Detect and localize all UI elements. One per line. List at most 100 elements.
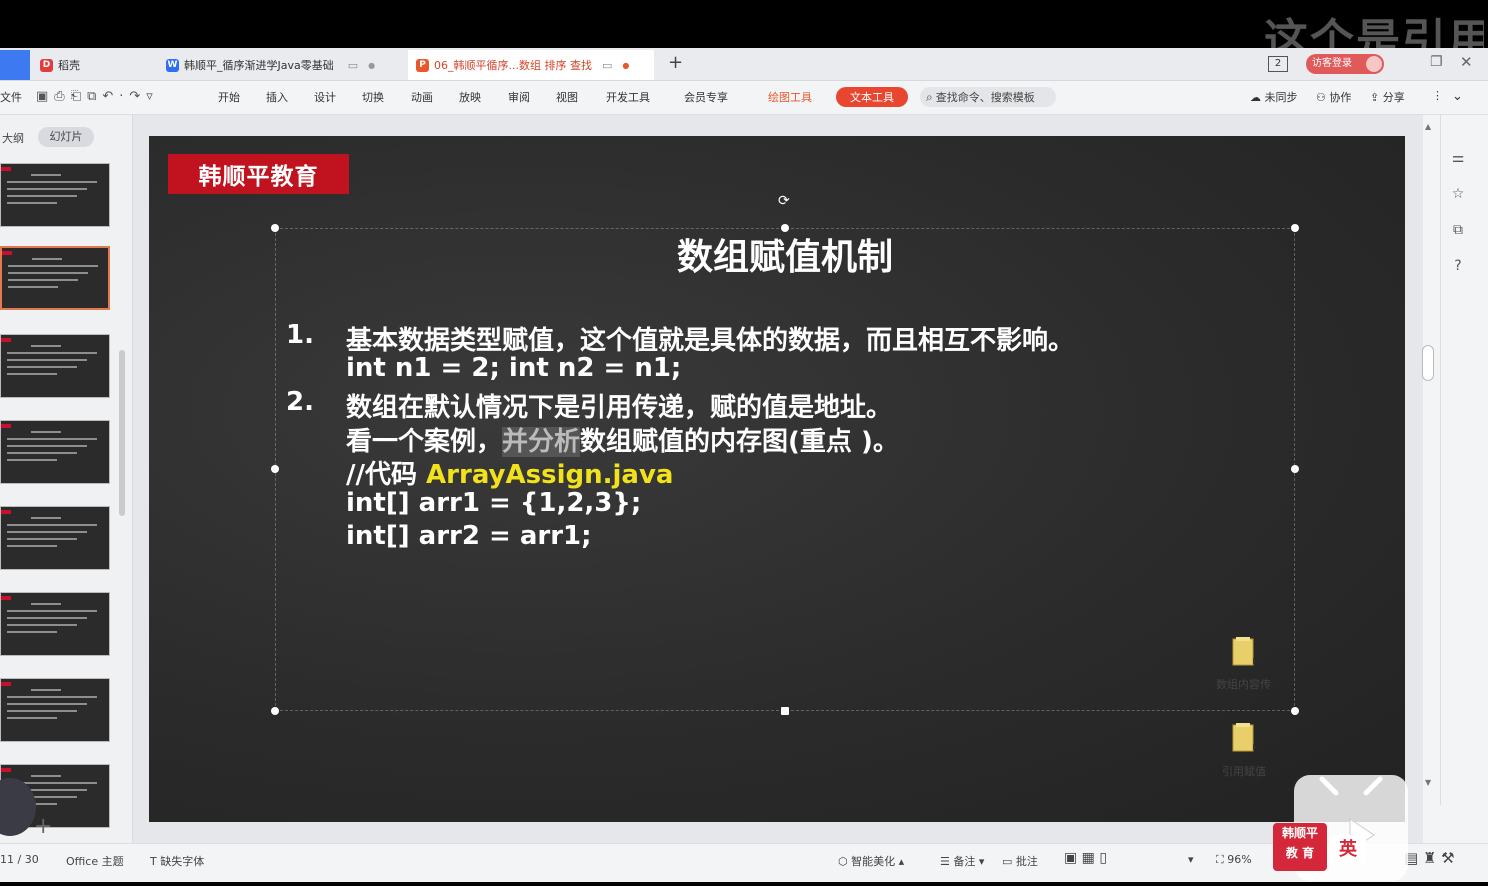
menu-file[interactable]: 文件 (0, 89, 22, 105)
user-avatar-icon (1366, 56, 1382, 72)
thumbnail-text-line (31, 517, 61, 519)
window-count-badge[interactable]: 2 (1268, 56, 1288, 72)
unsaved-dot-icon: ● (622, 60, 630, 70)
add-slide-button[interactable]: + (34, 814, 52, 839)
slides-tab[interactable]: 幻灯片 (38, 127, 94, 147)
point-2-text: 数组在默认情况下是引用传递，赋的值是地址。 (346, 393, 893, 423)
command-search-box[interactable]: ⌕ 查找命令、搜索模板 (920, 87, 1056, 107)
search-icon: ⌕ (926, 89, 933, 104)
zoom-dropdown-icon[interactable]: ▾ (1188, 853, 1194, 866)
help-icon[interactable]: ? (1450, 258, 1466, 274)
quick-access-icons[interactable]: ▣⎙⎗⧉↶·↷▿ (36, 89, 159, 104)
folder-icon[interactable] (1232, 636, 1256, 666)
ppt-doc-icon: P (416, 58, 429, 72)
more-options-icon[interactable]: ⋮ (1432, 89, 1443, 102)
input-method-badge[interactable]: 英 (1330, 835, 1366, 865)
view-mode-buttons[interactable]: ▣ ▦ ▯ (1064, 850, 1107, 866)
scroll-up-arrow[interactable]: ▲ (1425, 122, 1431, 131)
thumbnail-text-line (7, 717, 57, 719)
thumbnail-text-line (31, 345, 61, 347)
slide-thumbnail[interactable] (0, 246, 110, 310)
tab-ppt-doc[interactable]: P 06_韩顺平循序...数组 排序 查找 ▭ ● (408, 50, 654, 80)
resize-handle-bl[interactable] (271, 707, 279, 715)
folder-icon[interactable] (1232, 722, 1256, 752)
thumbnail-text-line (31, 174, 61, 176)
thumbnail-text-line (32, 258, 62, 260)
theme-name[interactable]: Office 主题 (66, 853, 124, 869)
thumbnail-text-line (31, 689, 61, 691)
slide-thumbnail[interactable] (0, 506, 110, 570)
menu-design[interactable]: 设计 (314, 89, 336, 105)
menu-home[interactable]: 开始 (218, 89, 240, 105)
smart-beautify-button[interactable]: ⬡ 智能美化 ▴ (838, 853, 904, 869)
collapse-ribbon-icon[interactable]: ⌄ (1452, 89, 1463, 104)
menu-view[interactable]: 视图 (556, 89, 578, 105)
point-1-text: 基本数据类型赋值，这个值就是具体的数据，而且相互不影响。 (346, 326, 1075, 356)
thumbnail-text-line (7, 195, 77, 197)
thumbnail-text-line (7, 359, 87, 361)
zoom-control[interactable]: ⛶ 96% (1216, 853, 1252, 867)
canvas-scroll-thumb[interactable] (1422, 345, 1434, 381)
code-filename: ArrayAssign.java (426, 460, 674, 490)
resize-handle-tl[interactable] (271, 224, 279, 232)
resize-handle-bc[interactable] (781, 707, 789, 715)
menu-drawing-tools[interactable]: 绘图工具 (768, 89, 812, 105)
missing-font-label: 缺失字体 (160, 855, 205, 868)
menu-transition[interactable]: 切换 (362, 89, 384, 105)
beautify-icon: ⬡ (838, 855, 848, 868)
properties-icon[interactable]: ⚌ (1450, 150, 1466, 166)
home-tab-stub[interactable] (0, 50, 30, 80)
notes-button[interactable]: ☰ 备注 ▾ (940, 853, 984, 869)
comments-button[interactable]: ▭ 批注 (1002, 853, 1038, 869)
share-icon: ⇪ (1370, 91, 1380, 104)
slide-thumbnail[interactable] (0, 334, 110, 398)
rotate-handle-icon[interactable]: ⟳ (778, 193, 790, 209)
thumbnail-text-line (7, 181, 97, 183)
menu-text-tools[interactable]: 文本工具 (836, 87, 908, 107)
brand-corner-line2: 教 育 (1285, 846, 1315, 860)
outline-tab[interactable]: 大纲 (2, 130, 24, 146)
slide-thumbnail[interactable] (0, 592, 110, 656)
comments-label: 批注 (1015, 855, 1038, 868)
menu-review[interactable]: 审阅 (508, 89, 530, 105)
docer-icon: D (40, 58, 53, 72)
tab-monitor-icon: ▭ (347, 58, 359, 72)
thumbnail-logo-mark (1, 338, 11, 342)
resize-handle-br[interactable] (1291, 707, 1299, 715)
menu-insert[interactable]: 插入 (266, 89, 288, 105)
folder-label-reference-assign[interactable]: 引用赋值 (1222, 763, 1266, 779)
tab-docer[interactable]: D 稻壳 (32, 50, 156, 80)
thumbnail-text-line (7, 524, 97, 526)
resize-handle-ml[interactable] (271, 465, 279, 473)
star-icon[interactable]: ☆ (1450, 186, 1466, 202)
menu-slideshow[interactable]: 放映 (459, 89, 481, 105)
thumbnail-text-line (7, 545, 57, 547)
resize-handle-mr[interactable] (1291, 465, 1299, 473)
collaborate-button[interactable]: ⚇ 协作 (1316, 89, 1351, 105)
slide-thumbnail[interactable] (0, 678, 110, 742)
slide-thumbnail[interactable] (0, 163, 110, 227)
tab-word-doc[interactable]: W 韩顺平_循序渐进学Java零基础 ▭ ● (158, 50, 404, 80)
notes-icon: ☰ (940, 855, 950, 868)
slide-thumbnail[interactable] (0, 420, 110, 484)
thumbnail-scrollbar[interactable] (119, 350, 125, 516)
menu-member[interactable]: 会员专享 (684, 89, 728, 105)
tab-label: 稻壳 (58, 59, 80, 72)
thumbnail-text-line (8, 265, 98, 267)
folder-label-array-transfer[interactable]: 数组内容传 (1216, 676, 1271, 692)
thumbnail-text-line (7, 438, 97, 440)
menu-animation[interactable]: 动画 (411, 89, 433, 105)
resize-handle-tr[interactable] (1291, 224, 1299, 232)
tray-icons[interactable]: ▤ ♜ ⚒ (1404, 849, 1455, 867)
menu-developer-tools[interactable]: 开发工具 (606, 89, 650, 105)
copy-icon[interactable]: ⧉ (1450, 222, 1466, 238)
visitor-login-button[interactable]: 访客登录 (1306, 54, 1384, 74)
restore-window-icon[interactable]: ❐ (1430, 54, 1443, 70)
close-window-icon[interactable]: ✕ (1460, 53, 1473, 71)
sync-status-button[interactable]: ☁ 未同步 (1250, 89, 1298, 105)
new-tab-button[interactable]: + (668, 52, 683, 73)
missing-font-button[interactable]: T 缺失字体 (150, 853, 204, 869)
share-button[interactable]: ⇪ 分享 (1370, 89, 1405, 105)
scroll-down-arrow[interactable]: ▼ (1425, 778, 1431, 787)
slide-title: 数组赋值机制 (676, 237, 893, 278)
